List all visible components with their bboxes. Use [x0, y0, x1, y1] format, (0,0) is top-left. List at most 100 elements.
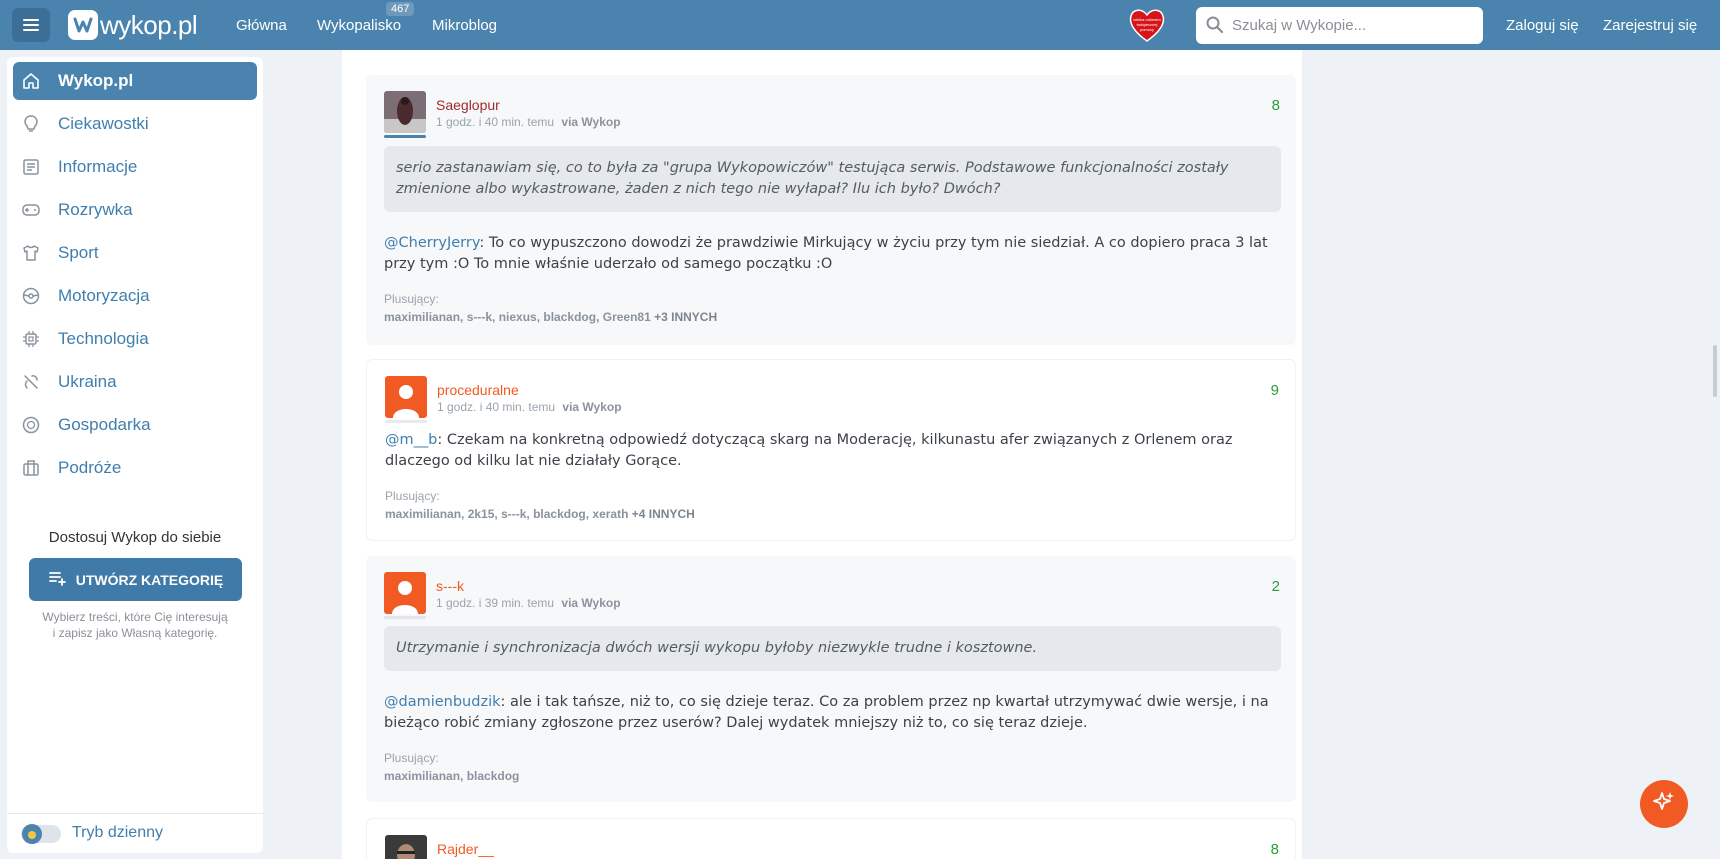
avatar-underline	[384, 135, 426, 138]
nav-mikroblog[interactable]: Mikroblog	[432, 17, 497, 34]
sidebar-item-label: Sport	[58, 243, 99, 262]
comment-body: @m__b: Czekam na konkretną odpowiedź dot…	[385, 430, 1285, 472]
avatar-underline	[384, 616, 426, 619]
top-bar: wykop.pl Główna Wykopalisko 467 Mikroblo…	[0, 0, 1720, 50]
customize-desc-line: Wybierz treści, które Cię interesują	[42, 610, 228, 624]
sidebar-item-label: Motoryzacja	[58, 286, 150, 305]
sidebar-item-ukraina[interactable]: Ukraina	[13, 363, 257, 401]
theme-toggle[interactable]	[21, 824, 61, 844]
sparkle-icon	[1652, 790, 1676, 818]
avatar-underline	[385, 420, 427, 423]
sidebar-item-podroze[interactable]: Podróże	[13, 449, 257, 487]
comment-mention[interactable]: @damienbudzik	[384, 694, 501, 710]
create-category-label: UTWÓRZ KATEGORIĘ	[75, 571, 224, 588]
voters-more[interactable]: +4 INNYCH	[632, 507, 695, 521]
comments-column: Saeglopur 1 godz. i 40 min. temu via Wyk…	[342, 50, 1302, 859]
search-box[interactable]	[1196, 7, 1483, 44]
voters-list: maximilianan, 2k15, s---k, blackdog, xer…	[385, 507, 695, 521]
search-input[interactable]	[1232, 7, 1477, 44]
wykopalisko-count-badge: 467	[386, 2, 415, 16]
voters-more[interactable]: +3 INNYCH	[654, 310, 717, 324]
create-category-button[interactable]: UTWÓRZ KATEGORIĘ	[29, 558, 242, 601]
comment-body: @damienbudzik: ale i tak tańsze, niż to,…	[384, 692, 1284, 734]
comment-via: via Wykop	[561, 596, 621, 610]
comment-author[interactable]: s---k	[436, 578, 464, 594]
sidebar-item-technologia[interactable]: Technologia	[13, 320, 257, 358]
gamepad-icon	[21, 200, 41, 220]
comment-card: Saeglopur 1 godz. i 40 min. temu via Wyk…	[366, 75, 1296, 345]
voters-label: Plusujący:	[385, 489, 440, 503]
coins-icon	[21, 415, 41, 435]
voters-names[interactable]: maximilianan, s---k, niexus, blackdog, G…	[384, 310, 651, 324]
comment-card: Rajder__ 8	[366, 818, 1296, 859]
tshirt-icon	[21, 243, 41, 263]
comment-time: 1 godz. i 40 min. temu	[437, 400, 556, 414]
suitcase-icon	[21, 458, 41, 478]
customize-desc-line: i zapisz jako Własną kategorię.	[52, 626, 218, 640]
comment-body: @CherryJerry: To co wypuszczono dowodzi …	[384, 233, 1284, 275]
charity-heart-icon[interactable]: wielka orkiestra świątecznej pomocy	[1127, 5, 1167, 45]
default-avatar-icon[interactable]	[384, 572, 426, 614]
comment-score[interactable]: 2	[1272, 578, 1280, 595]
sun-icon	[22, 824, 42, 844]
register-link[interactable]: Zarejestruj się	[1603, 17, 1697, 34]
logo[interactable]: wykop.pl	[68, 9, 198, 41]
comment-quote: Utrzymanie i synchronizacja dwóch wersji…	[384, 626, 1281, 671]
sidebar: Wykop.pl Ciekawostki Informacje Rozrywka…	[7, 57, 263, 853]
comment-meta: 1 godz. i 39 min. temu via Wykop	[436, 596, 621, 610]
avatar[interactable]	[385, 835, 427, 859]
comment-text: : ale i tak tańsze, niż to, co się dziej…	[384, 694, 1269, 731]
nav-wykopalisko[interactable]: Wykopalisko	[317, 17, 401, 34]
comment-mention[interactable]: @CherryJerry	[384, 235, 479, 251]
comment-author[interactable]: proceduralne	[437, 382, 519, 398]
voters-list: maximilianan, s---k, niexus, blackdog, G…	[384, 310, 717, 324]
sidebar-item-label: Informacje	[58, 157, 138, 176]
voters-label: Plusujący:	[384, 292, 439, 306]
wykop-logo-icon	[68, 10, 98, 40]
comment-time: 1 godz. i 40 min. temu	[436, 115, 555, 129]
comment-card: proceduralne 1 godz. i 40 min. temu via …	[366, 359, 1296, 541]
comment-score[interactable]: 8	[1271, 841, 1279, 858]
sidebar-item-wykop[interactable]: Wykop.pl	[13, 62, 257, 100]
comment-meta: 1 godz. i 40 min. temu via Wykop	[436, 115, 621, 129]
comment-author[interactable]: Rajder__	[437, 841, 494, 857]
sidebar-item-ciekawostki[interactable]: Ciekawostki	[13, 105, 257, 143]
nav-glowna[interactable]: Główna	[236, 17, 287, 34]
steering-wheel-icon	[21, 286, 41, 306]
ai-assistant-button[interactable]	[1640, 780, 1688, 828]
comment-text: : To co wypuszczono dowodzi że prawdziwi…	[384, 235, 1268, 272]
sidebar-item-label: Ciekawostki	[58, 114, 149, 133]
divider	[7, 813, 263, 814]
voters-names[interactable]: maximilianan, 2k15, s---k, blackdog, xer…	[385, 507, 628, 521]
theme-toggle-label[interactable]: Tryb dzienny	[72, 824, 163, 842]
sidebar-item-motoryzacja[interactable]: Motoryzacja	[13, 277, 257, 315]
login-link[interactable]: Zaloguj się	[1506, 17, 1579, 34]
sidebar-item-sport[interactable]: Sport	[13, 234, 257, 272]
comment-via: via Wykop	[562, 400, 622, 414]
comment-score[interactable]: 9	[1271, 382, 1279, 399]
search-icon	[1206, 16, 1224, 38]
menu-button[interactable]	[12, 8, 50, 42]
comment-meta: 1 godz. i 40 min. temu via Wykop	[437, 400, 622, 414]
comment-mention[interactable]: @m__b	[385, 432, 437, 448]
voters-list: maximilianan, blackdog	[384, 769, 519, 783]
home-icon	[21, 71, 41, 91]
logo-text: wykop.pl	[100, 9, 198, 40]
sidebar-item-gospodarka[interactable]: Gospodarka	[13, 406, 257, 444]
newspaper-icon	[21, 157, 41, 177]
comment-card: s---k 1 godz. i 39 min. temu via Wykop 2…	[366, 556, 1296, 802]
comment-author[interactable]: Saeglopur	[436, 97, 500, 113]
default-avatar-icon[interactable]	[385, 376, 427, 418]
sidebar-item-label: Technologia	[58, 329, 149, 348]
customize-title: Dostosuj Wykop do siebie	[48, 529, 222, 546]
voters-label: Plusujący:	[384, 751, 439, 765]
comment-quote: serio zastanawiam się, co to była za "gr…	[384, 146, 1281, 212]
voters-names[interactable]: maximilianan, blackdog	[384, 769, 519, 783]
sidebar-item-informacje[interactable]: Informacje	[13, 148, 257, 186]
scrollbar-thumb[interactable]	[1713, 345, 1717, 397]
sidebar-item-label: Gospodarka	[58, 415, 151, 434]
sidebar-item-rozrywka[interactable]: Rozrywka	[13, 191, 257, 229]
comment-score[interactable]: 8	[1272, 97, 1280, 114]
avatar[interactable]	[384, 91, 426, 133]
sidebar-item-label: Podróże	[58, 458, 122, 477]
